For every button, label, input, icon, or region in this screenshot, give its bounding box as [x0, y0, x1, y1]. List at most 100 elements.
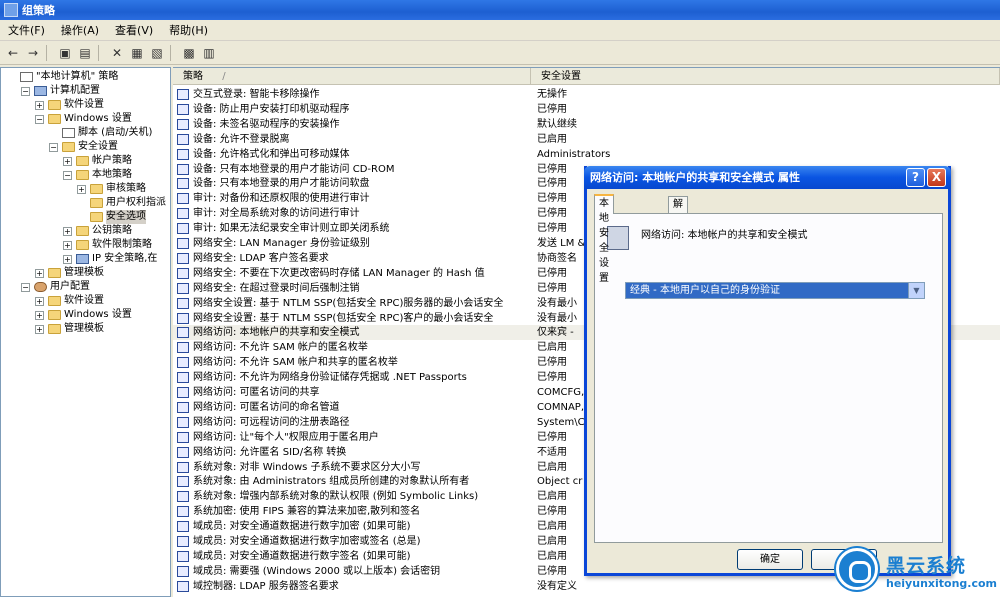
delete-icon[interactable]: ✕	[107, 44, 127, 62]
policy-name: 网络安全设置: 基于 NTLM SSP(包括安全 RPC)服务器的最小会话安全	[193, 297, 504, 309]
sharing-model-select[interactable]: 经典 - 本地用户以自己的身份验证 ▼	[625, 282, 925, 299]
tree-node[interactable]: + 管理模板	[1, 322, 170, 336]
tree-node[interactable]: − Windows 设置	[1, 112, 170, 126]
collapse-icon[interactable]: −	[35, 115, 44, 124]
policy-item-icon	[177, 223, 189, 235]
table-row[interactable]: 设备: 允许不登录脱离 已启用	[173, 132, 1000, 147]
table-row[interactable]: 设备: 防止用户安装打印机驱动程序 已停用	[173, 102, 1000, 117]
expand-icon[interactable]: +	[35, 269, 44, 278]
menu-view[interactable]: 查看(V)	[107, 22, 161, 38]
list-header: 策略 / 安全设置	[173, 68, 1000, 85]
policy-name: 网络访问: 本地帐户的共享和安全模式	[193, 327, 360, 339]
folder-icon	[76, 240, 89, 250]
table-row[interactable]: 设备: 允许格式化和弹出可移动媒体 Administrators	[173, 147, 1000, 162]
tree-node[interactable]: − 用户配置	[1, 280, 170, 294]
security-setting-value: 发送 LM &	[537, 238, 586, 249]
tree-node[interactable]: 脚本 (启动/关机)	[1, 126, 170, 140]
folder-icon	[48, 296, 61, 306]
expand-icon[interactable]: +	[63, 241, 72, 250]
collapse-icon[interactable]: −	[21, 87, 30, 96]
collapse-icon[interactable]: −	[63, 171, 72, 180]
tree-node-label: 审核策略	[106, 183, 146, 194]
tree-node[interactable]: "本地计算机" 策略	[1, 70, 170, 84]
tree-node[interactable]: 用户权利指派	[1, 196, 170, 210]
expand-icon[interactable]: +	[35, 325, 44, 334]
expand-icon[interactable]: +	[63, 157, 72, 166]
tree-node[interactable]: + 软件设置	[1, 294, 170, 308]
policy-name: 域成员: 对安全通道数据进行数字签名 (如果可能)	[193, 550, 411, 562]
tree-node[interactable]: + 软件限制策略	[1, 238, 170, 252]
dialog-help-button[interactable]: ?	[906, 168, 925, 187]
expand-icon[interactable]: +	[35, 101, 44, 110]
policy-item-icon	[177, 178, 189, 190]
forward-arrow-icon[interactable]: →	[23, 44, 43, 62]
ok-button[interactable]: 确定	[737, 549, 803, 570]
policy-item-icon	[177, 133, 189, 145]
tab-explain[interactable]: 解释此设置	[668, 196, 688, 270]
folder-icon	[90, 212, 103, 222]
tree-node-label: IP 安全策略,在	[92, 253, 158, 264]
column-header-policy[interactable]: 策略 /	[173, 68, 531, 85]
table-row[interactable]: 域控制器: LDAP 服务器签名要求 没有定义	[173, 579, 1000, 594]
security-setting-value: 已停用	[537, 565, 567, 577]
dialog-title-bar[interactable]: 网络访问: 本地帐户的共享和安全模式 属性 ? X	[584, 166, 951, 189]
tree-node[interactable]: + 管理模板	[1, 266, 170, 280]
column-header-setting[interactable]: 安全设置	[531, 68, 1000, 85]
collapse-icon[interactable]: −	[21, 283, 30, 292]
security-setting-value: 没有最小	[537, 312, 577, 324]
watermark-title: 黑云系统	[886, 555, 967, 577]
help-icon[interactable]: ▩	[179, 44, 199, 62]
expand-icon[interactable]: +	[63, 255, 72, 264]
tree-node[interactable]: − 计算机配置	[1, 84, 170, 98]
expand-icon[interactable]: +	[35, 297, 44, 306]
back-arrow-icon[interactable]: ←	[3, 44, 23, 62]
refresh-icon[interactable]: ▧	[147, 44, 167, 62]
tree-node[interactable]: + 帐户策略	[1, 154, 170, 168]
expand-icon[interactable]: +	[77, 185, 86, 194]
chevron-down-icon[interactable]: ▼	[908, 283, 924, 298]
policy-name: 设备: 只有本地登录的用户才能访问软盘	[193, 178, 370, 190]
tab-local-security-setting[interactable]: 本地安全设置	[594, 194, 614, 284]
column-policy-label: 策略	[183, 71, 203, 82]
tree-node[interactable]: − 本地策略	[1, 168, 170, 182]
folder-icon	[90, 184, 103, 194]
security-setting-value: 已停用	[537, 208, 567, 220]
tree-node[interactable]: 安全选项	[1, 210, 170, 224]
tree-node[interactable]: − 安全设置	[1, 140, 170, 154]
console-icon[interactable]: ▥	[199, 44, 219, 62]
show-tree-icon[interactable]: ▤	[75, 44, 95, 62]
table-row[interactable]: 设备: 未签名驱动程序的安装操作 默认继续	[173, 117, 1000, 132]
folder-icon	[90, 198, 103, 208]
collapse-icon[interactable]: −	[49, 143, 58, 152]
dialog-close-button[interactable]: X	[927, 168, 946, 187]
tree-node[interactable]: + IP 安全策略,在	[1, 252, 170, 266]
tree-node-label: "本地计算机" 策略	[36, 71, 119, 82]
expand-icon[interactable]: +	[63, 227, 72, 236]
up-folder-icon[interactable]: ▣	[55, 44, 75, 62]
expand-icon[interactable]: +	[35, 311, 44, 320]
watermark-url: heiyunxitong.com	[886, 577, 997, 590]
policy-name: 域成员: 对安全通道数据进行数字加密或签名 (总是)	[193, 536, 421, 547]
tree-node-label: 本地策略	[92, 169, 132, 180]
security-setting-value: 已启用	[537, 133, 567, 145]
properties-dialog: 网络访问: 本地帐户的共享和安全模式 属性 ? X 本地安全设置 解释此设置 网…	[584, 166, 951, 576]
policy-item-icon	[177, 193, 189, 205]
policy-name: 设备: 允许不登录脱离	[193, 133, 290, 145]
tree-node-label: 安全选项	[106, 210, 146, 224]
tree-node[interactable]: + 公钥策略	[1, 224, 170, 238]
menu-file[interactable]: 文件(F)	[0, 22, 53, 38]
window-title-bar[interactable]: 组策略	[0, 0, 1000, 20]
folder-icon	[76, 226, 89, 236]
security-setting-value: 已停用	[537, 282, 567, 294]
properties-icon[interactable]: ▦	[127, 44, 147, 62]
tree-node[interactable]: + 审核策略	[1, 182, 170, 196]
menu-action[interactable]: 操作(A)	[53, 22, 107, 38]
toolbar: ← → ▣ ▤ ✕ ▦ ▧ ▩ ▥	[0, 41, 1000, 65]
tree-node-label: 公钥策略	[92, 225, 132, 236]
tree-node[interactable]: + Windows 设置	[1, 308, 170, 322]
table-row[interactable]: 交互式登录: 智能卡移除操作 无操作	[173, 87, 1000, 102]
menu-help[interactable]: 帮助(H)	[161, 22, 216, 38]
tree-node[interactable]: + 软件设置	[1, 98, 170, 112]
policy-name: 系统加密: 使用 FIPS 兼容的算法来加密,散列和签名	[193, 506, 421, 518]
console-tree[interactable]: "本地计算机" 策略 − 计算机配置 + 软件设置 − Windows 设置 脚本 (启动/关…	[0, 67, 171, 597]
